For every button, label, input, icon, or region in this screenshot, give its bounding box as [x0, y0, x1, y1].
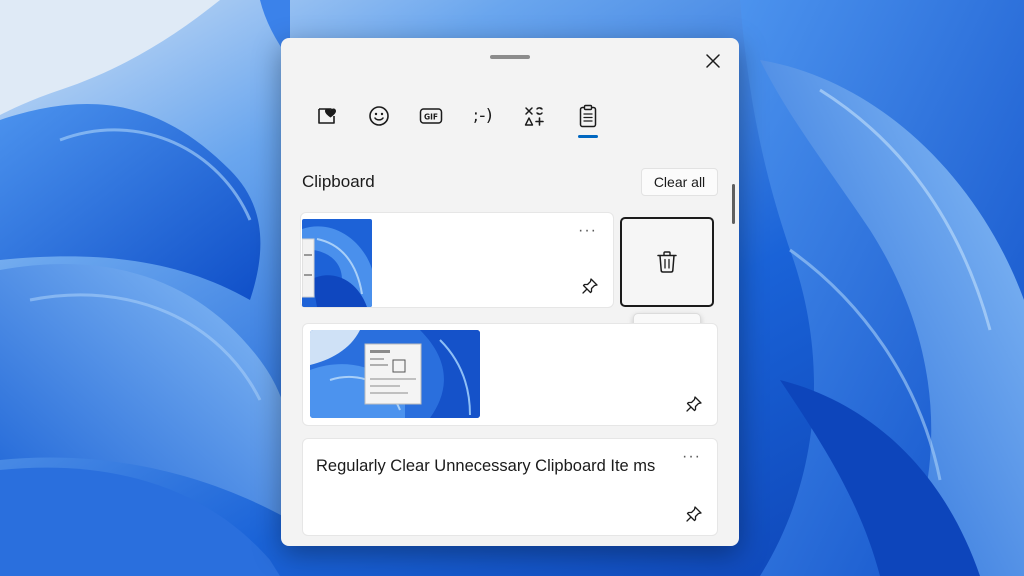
image-thumbnail	[302, 219, 372, 307]
tab-symbols[interactable]	[515, 98, 555, 134]
smiley-icon	[369, 106, 389, 126]
selected-tab-indicator	[578, 135, 598, 138]
symbols-icon	[524, 107, 544, 126]
scrollbar-thumb[interactable]	[732, 184, 735, 224]
heart-sticker-icon	[318, 108, 336, 124]
clear-all-button[interactable]: Clear all	[641, 168, 718, 196]
section-title: Clipboard	[302, 172, 375, 191]
more-options-button[interactable]: ···	[578, 223, 597, 239]
image-thumbnail	[310, 330, 480, 418]
close-icon	[706, 54, 720, 68]
tab-gif[interactable]: GIF	[411, 98, 451, 134]
clipboard-item-2[interactable]	[302, 323, 718, 426]
clipboard-item-text: Regularly Clear Unnecessary Clipboard It…	[316, 457, 656, 475]
tab-clipboard[interactable]	[568, 98, 608, 134]
pin-icon[interactable]	[581, 277, 599, 295]
drag-handle[interactable]	[490, 55, 530, 59]
tab-favorites[interactable]	[307, 98, 347, 134]
trash-icon	[657, 251, 677, 273]
clipboard-item-1[interactable]: ···	[300, 212, 614, 308]
delete-button[interactable]	[620, 217, 714, 307]
clipboard-item-3[interactable]: Regularly Clear Unnecessary Clipboard It…	[302, 438, 718, 536]
pin-icon[interactable]	[685, 395, 703, 413]
emoji-clipboard-panel: GIF ;-) Clipboard Clear all ··· Regularl…	[281, 38, 739, 546]
tab-emoji[interactable]	[359, 98, 399, 134]
gif-icon: GIF	[419, 108, 443, 124]
pin-icon[interactable]	[685, 505, 703, 523]
more-options-button[interactable]: ···	[682, 449, 701, 465]
gif-label: GIF	[424, 113, 438, 122]
kaomoji-icon: ;-)	[473, 106, 493, 126]
close-button[interactable]	[699, 47, 727, 75]
clipboard-icon	[579, 104, 597, 128]
tab-kaomoji[interactable]: ;-)	[463, 98, 503, 134]
